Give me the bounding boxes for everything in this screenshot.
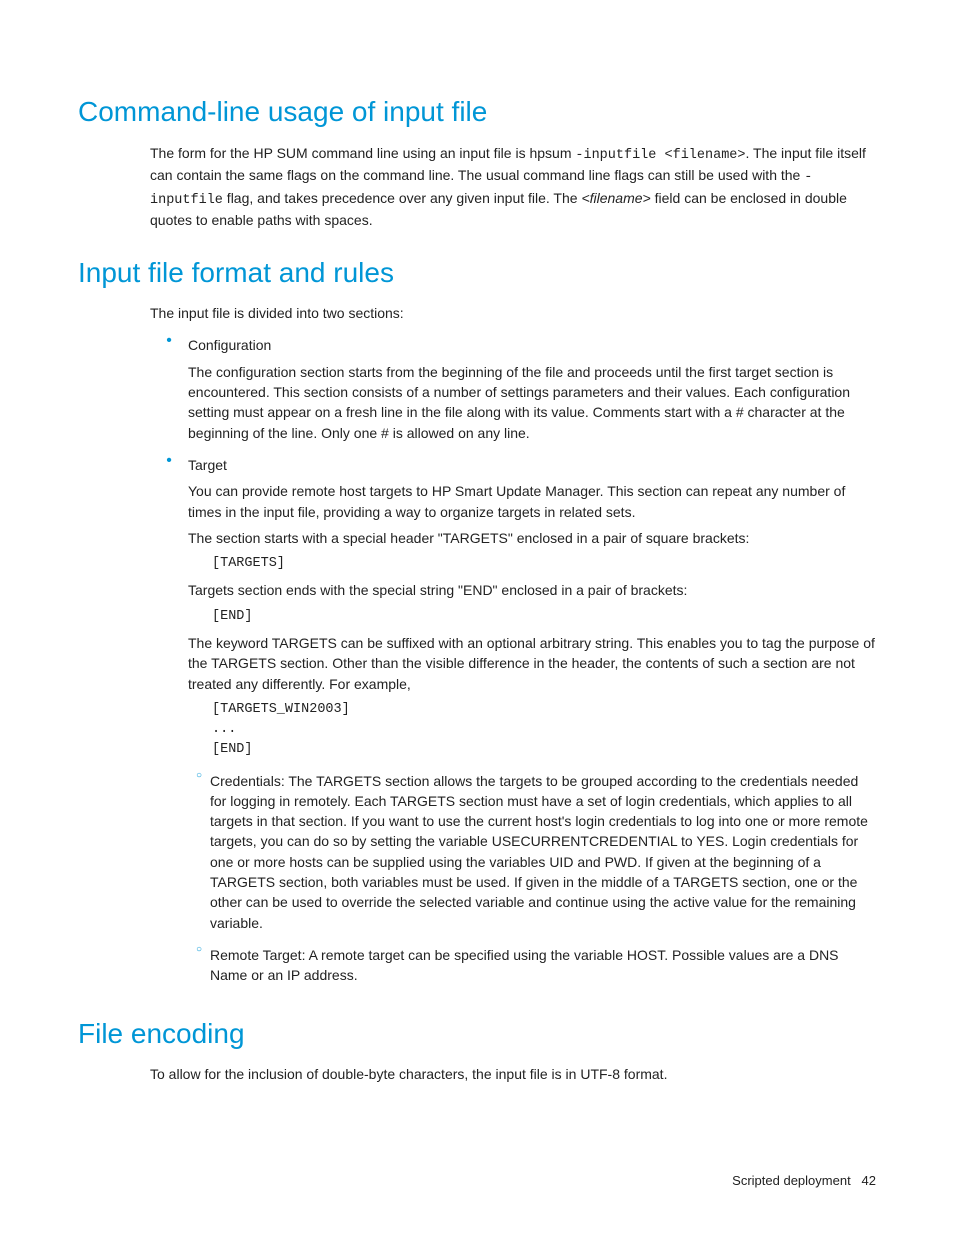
inline-code: -inputfile <filename> bbox=[575, 148, 745, 163]
paragraph: Remote Target: A remote target can be sp… bbox=[210, 945, 876, 986]
code-line: [TARGETS_WIN2003] bbox=[212, 700, 876, 720]
text: flag, and takes precedence over any give… bbox=[223, 190, 582, 206]
paragraph: To allow for the inclusion of double-byt… bbox=[150, 1064, 876, 1084]
subbullet-icon: ○ bbox=[188, 765, 210, 939]
footer-label: Scripted deployment bbox=[732, 1173, 851, 1188]
code-block: [END] bbox=[212, 607, 876, 627]
paragraph: You can provide remote host targets to H… bbox=[188, 481, 876, 522]
subbullet-icon: ○ bbox=[188, 939, 210, 992]
bullet-configuration: • Configuration The configuration sectio… bbox=[150, 329, 876, 448]
paragraph: The section starts with a special header… bbox=[188, 528, 876, 548]
bullet-icon: • bbox=[150, 449, 188, 992]
code-line: [END] bbox=[212, 740, 876, 760]
bullet-label: Configuration bbox=[188, 335, 876, 355]
heading-file-encoding: File encoding bbox=[78, 1014, 876, 1055]
code-block: [TARGETS_WIN2003] ... [END] bbox=[212, 700, 876, 761]
subbullet-credentials: ○ Credentials: The TARGETS section allow… bbox=[188, 765, 876, 939]
code-block: [TARGETS] bbox=[212, 554, 876, 574]
bullet-icon: • bbox=[150, 329, 188, 448]
heading-input-format: Input file format and rules bbox=[78, 253, 876, 294]
heading-cmdline: Command-line usage of input file bbox=[78, 92, 876, 133]
text: The form for the HP SUM command line usi… bbox=[150, 145, 575, 161]
paragraph: The keyword TARGETS can be suffixed with… bbox=[188, 633, 876, 694]
italic-text: <filename> bbox=[581, 190, 650, 206]
page-number: 42 bbox=[862, 1173, 876, 1188]
paragraph: The configuration section starts from th… bbox=[188, 362, 876, 443]
code-line: ... bbox=[212, 720, 876, 740]
paragraph: The input file is divided into two secti… bbox=[150, 303, 876, 323]
paragraph: Targets section ends with the special st… bbox=[188, 580, 876, 600]
subbullet-remote-target: ○ Remote Target: A remote target can be … bbox=[188, 939, 876, 992]
paragraph: Credentials: The TARGETS section allows … bbox=[210, 771, 876, 933]
bullet-label: Target bbox=[188, 455, 876, 475]
page-footer: Scripted deployment 42 bbox=[732, 1172, 876, 1191]
bullet-target: • Target You can provide remote host tar… bbox=[150, 449, 876, 992]
paragraph: The form for the HP SUM command line usi… bbox=[150, 143, 876, 231]
